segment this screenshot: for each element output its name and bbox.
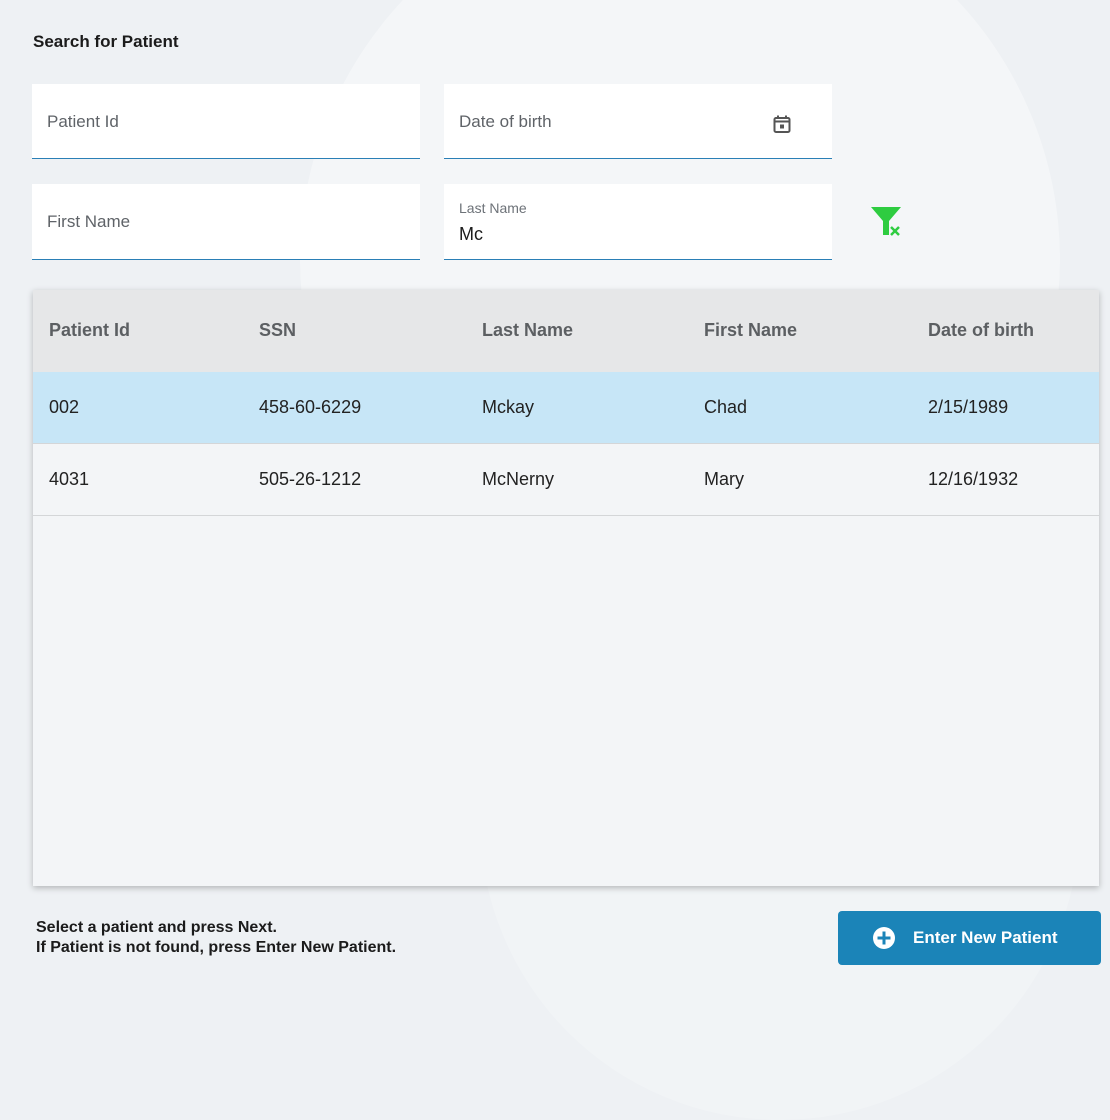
last-name-label: Last Name <box>459 200 527 216</box>
cell-ssn: 505-26-1212 <box>259 469 362 489</box>
cell-first-name: Mary <box>704 469 744 489</box>
instructions-line-1: Select a patient and press Next. <box>36 919 277 936</box>
instructions-text: Select a patient and press Next. If Pati… <box>36 918 396 958</box>
first-name-field[interactable]: First Name <box>32 184 420 260</box>
page-title: Search for Patient <box>33 32 179 51</box>
patient-results-table: Patient Id SSN Last Name First Name Date… <box>33 290 1099 886</box>
calendar-icon[interactable] <box>772 114 792 134</box>
column-header-last-name[interactable]: Last Name <box>482 320 573 341</box>
cell-last-name: McNerny <box>482 469 555 489</box>
cell-date-of-birth: 2/15/1989 <box>928 397 1009 417</box>
first-name-placeholder: First Name <box>47 212 131 231</box>
patient-id-placeholder: Patient Id <box>47 112 119 131</box>
cell-last-name: Mckay <box>482 397 535 417</box>
cell-date-of-birth: 12/16/1932 <box>928 469 1019 489</box>
column-header-patient-id[interactable]: Patient Id <box>49 320 130 341</box>
date-of-birth-field[interactable]: Date of birth <box>444 84 832 159</box>
column-header-ssn[interactable]: SSN <box>259 320 296 341</box>
instructions-line-2: If Patient is not found, press Enter New… <box>36 939 397 956</box>
cell-patient-id: 002 <box>49 397 80 417</box>
cell-first-name: Chad <box>704 397 748 417</box>
cell-patient-id: 4031 <box>49 469 90 489</box>
patient-id-field[interactable]: Patient Id <box>32 84 420 159</box>
plus-circle-icon <box>873 927 895 949</box>
table-row[interactable]: 002 458-60-6229 Mckay Chad 2/15/1989 <box>33 372 1099 444</box>
table-row[interactable]: 4031 505-26-1212 McNerny Mary 12/16/1932 <box>33 444 1099 516</box>
enter-new-patient-label: Enter New Patient <box>913 928 1058 947</box>
date-of-birth-placeholder: Date of birth <box>459 112 552 131</box>
last-name-field[interactable]: Last Name Mc <box>444 184 832 260</box>
cell-ssn: 458-60-6229 <box>259 397 362 417</box>
column-header-first-name[interactable]: First Name <box>704 320 797 341</box>
last-name-value: Mc <box>459 224 483 244</box>
column-header-date-of-birth[interactable]: Date of birth <box>928 320 1034 341</box>
clear-filter-icon[interactable] <box>869 205 903 239</box>
table-header: Patient Id SSN Last Name First Name Date… <box>33 290 1099 372</box>
enter-new-patient-button[interactable]: Enter New Patient <box>838 911 1101 965</box>
